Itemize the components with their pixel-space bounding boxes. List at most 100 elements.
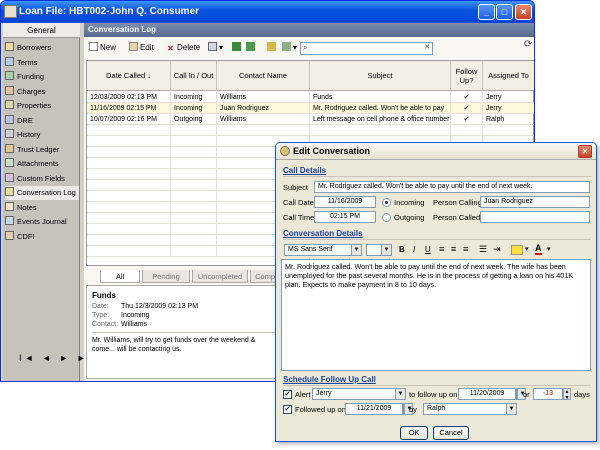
sidebar-item-notes[interactable]: Notes [5,201,79,215]
by-person-select[interactable]: Ralph ▼ [423,403,517,415]
alert-checkbox[interactable]: ✔ [283,390,292,399]
incoming-radio[interactable] [382,198,391,207]
attach-button[interactable] [267,41,278,55]
cell-contact: Williams [217,114,310,125]
font-size-select[interactable]: ▼ [366,244,392,256]
cell-contact: Juan Rodriguez [217,103,310,114]
tab-all[interactable]: All [100,270,140,283]
highlight-color-icon[interactable] [511,245,523,255]
person-called-field[interactable] [480,211,590,223]
days-field[interactable]: -13 [533,388,563,400]
dialog-title-bar[interactable]: Edit Conversation ✕ [276,143,596,160]
record-navigator[interactable]: I◄ ◄ ► ►I [19,353,94,363]
cancel-button[interactable]: Cancel [433,426,469,440]
table-row[interactable]: 10/07/2009 02:16 PM Outgoing Williams Left … [87,114,534,125]
col-header-follow-up[interactable]: Follow Up? [451,61,483,91]
minimize-button[interactable]: _ [478,4,495,20]
subject-field[interactable]: Mr. Rodriguez called. Won't be able to p… [314,181,590,193]
empty-cell [171,147,217,158]
align-center-icon[interactable]: ≡ [451,244,456,254]
bullet-list-icon[interactable]: ☰ [479,244,487,255]
sidebar-item-icon [5,129,14,138]
detail-contact-label: Contact: [92,321,119,328]
follow-up-date-field[interactable]: 11/20/2009 [458,388,516,400]
col-header-contact[interactable]: Contact Name [217,61,310,91]
new-label: New [100,43,117,52]
call-details-title: Call Details [283,166,327,175]
sidebar-item-attachments[interactable]: Attachments [5,157,79,171]
empty-cell [171,169,217,180]
close-button[interactable]: ✕ [515,4,532,20]
font-color-icon[interactable]: A [535,243,542,255]
export-icon [246,42,255,51]
align-right-icon[interactable]: ≡ [463,244,468,254]
font-select[interactable]: MS Sans Serif ▼ [284,244,362,256]
sidebar-item-custom-fields[interactable]: Custom Fields [5,172,79,186]
sidebar-item-dre[interactable]: DRE [5,114,79,128]
tab-pending[interactable]: Pending [142,270,190,283]
sidebar-item-cdfi[interactable]: CDFI [5,230,79,244]
sidebar-item-funding[interactable]: Funding [5,70,79,84]
table-row[interactable]: 11/16/2009 02:15 PM Incoming Juan Rodrigue… [87,103,534,114]
days-spinner[interactable]: ▲ ▼ [563,388,571,401]
sidebar-item-charges[interactable]: Charges [5,85,79,99]
sidebar-item-conversation-log[interactable]: Conversation Log [5,186,79,200]
delete-label: Delete [177,43,201,52]
maximize-button[interactable]: □ [496,4,513,20]
detail-divider [92,332,277,333]
chevron-down-icon[interactable]: ▾ [525,245,529,253]
dialog-close-button[interactable]: ✕ [578,145,592,158]
underline-button[interactable]: U [425,245,431,254]
dialog-title: Edit Conversation [293,146,371,156]
sidebar-item-borrowers[interactable]: Borrowers [5,41,79,55]
conversation-details-divider [283,239,591,240]
new-button[interactable]: New [89,41,116,55]
conversation-editor[interactable]: Mr. Rodriguez called. Won't be able to p… [281,259,591,371]
chevron-down-icon[interactable]: ▾ [547,245,551,253]
bold-button[interactable]: B [399,245,405,254]
by-person-value: Ralph [427,405,446,412]
clear-search-icon[interactable]: ✕ [424,43,430,51]
sidebar-item-icon [5,85,14,95]
call-date-field[interactable]: 11/16/2009 [314,196,376,208]
table-row[interactable]: 12/03/2009 02:13 PM Incoming Williams Funds… [87,92,534,103]
sidebar-item-events-journal[interactable]: Events Journal [5,215,79,229]
sidebar-item-trust-ledger[interactable]: Trust Ledger [5,143,79,157]
indent-icon[interactable]: ⇥ [493,244,501,255]
outgoing-radio[interactable] [382,213,391,222]
search-input[interactable]: ⌕ ✕ [300,42,433,55]
tab-uncompleted[interactable]: Uncompleted [192,270,248,283]
report-button[interactable]: ▾ [282,41,297,55]
col-header-subject[interactable]: Subject [310,61,451,91]
sidebar-item-label: CDFI [17,231,35,241]
cell-follow: ✔ [451,92,483,103]
sidebar-item-terms[interactable]: Terms [5,56,79,70]
attach-icon [267,42,276,51]
section-header: Conversation Log [84,23,534,37]
ok-button[interactable]: OK [400,426,428,440]
col-header-inout[interactable]: Call In / Out [171,61,217,91]
cell-inout: Outgoing [171,114,217,125]
sidebar-item-properties[interactable]: Properties [5,99,79,113]
print-button[interactable]: ▾ [208,41,223,55]
empty-cell [87,235,171,246]
italic-button[interactable]: I [413,245,415,254]
followed-up-checkbox[interactable]: ✔ [283,405,292,414]
alert-person-select[interactable]: Jerry ▼ [312,388,406,400]
col-header-date[interactable]: Date Called ↓ [87,61,171,91]
export-button[interactable] [246,41,257,55]
export-excel-button[interactable] [232,41,243,55]
empty-cell [171,224,217,235]
font-value: MS Sans Serif [288,246,333,253]
call-time-field[interactable]: 02:15 PM [314,211,376,223]
sidebar-item-history[interactable]: History [5,128,79,142]
refresh-icon[interactable]: ⟳ [524,39,532,50]
title-bar[interactable]: Loan File: HBT002-John Q. Consumer _ □ ✕ [1,1,534,23]
followed-up-date-field[interactable]: 11/21/2009 [345,403,403,415]
align-left-icon[interactable]: ≡ [439,244,444,254]
sidebar-item-icon [5,143,14,153]
person-calling-field[interactable]: Juan Rodriguez [480,196,590,208]
edit-button[interactable]: Edit [129,41,154,55]
delete-button[interactable]: ✕ Delete [166,41,200,55]
col-header-assigned[interactable]: Assigned To [483,61,534,91]
